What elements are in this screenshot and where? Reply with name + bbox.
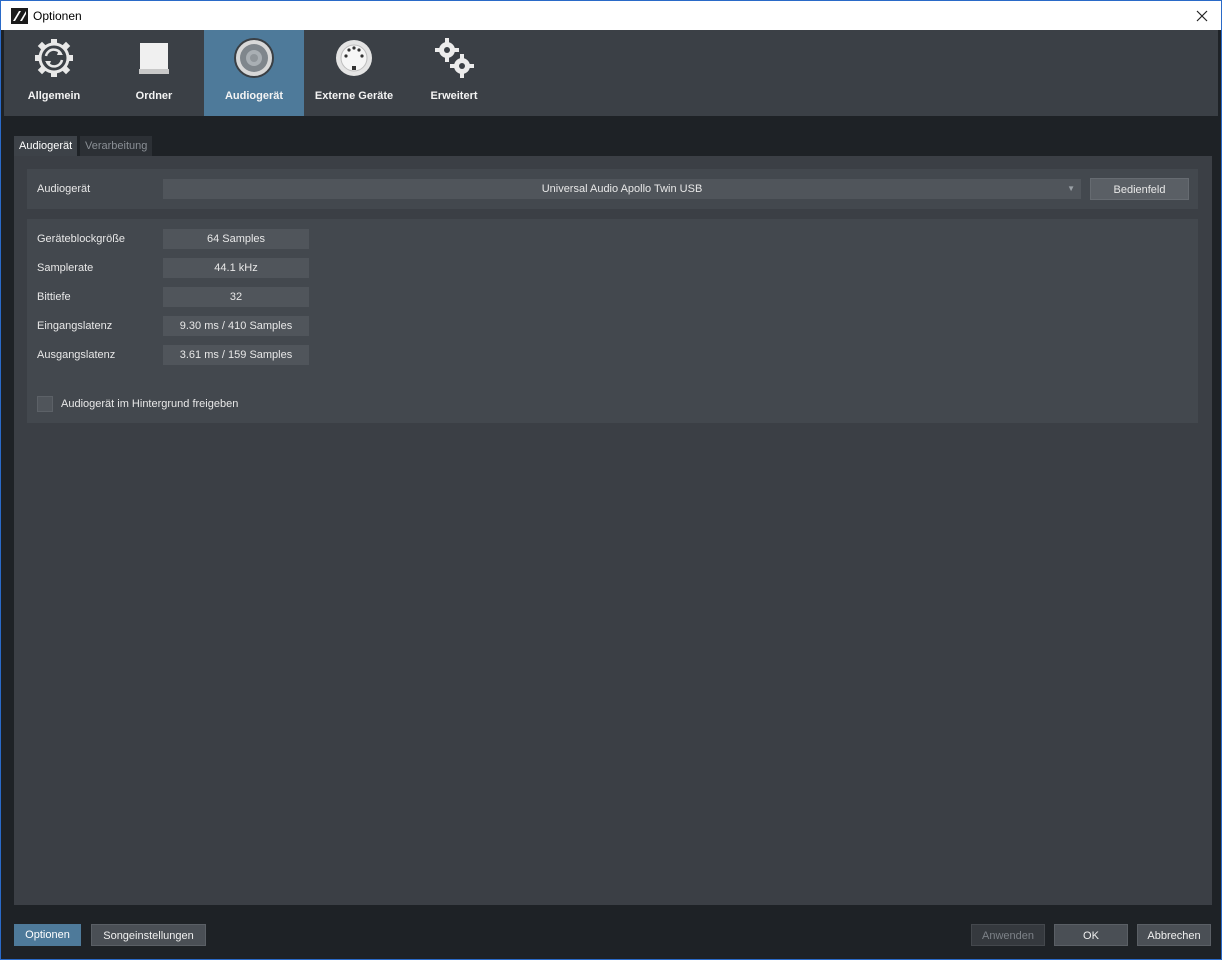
info-key: Eingangslatenz — [37, 320, 113, 332]
tab-audiogeraet[interactable]: Audiogerät — [14, 136, 78, 156]
control-panel-button[interactable]: Bedienfeld — [1090, 178, 1189, 200]
release-background-checkbox[interactable] — [37, 396, 53, 412]
drive-icon — [139, 43, 169, 74]
release-background-label: Audiogerät im Hintergrund freigeben — [61, 398, 239, 410]
info-key: Samplerate — [37, 262, 94, 274]
category-allgemein[interactable]: Allgemein — [4, 30, 104, 116]
info-row-input-latency: Eingangslatenz 9.30 ms / 410 Samples — [27, 316, 327, 336]
info-value: 32 — [163, 287, 309, 307]
audio-device-select[interactable]: Universal Audio Apollo Twin USB ▼ — [163, 179, 1081, 199]
category-label: Allgemein — [27, 90, 81, 102]
category-label: Erweitert — [430, 90, 478, 102]
speaker-icon — [234, 38, 274, 78]
info-value: 64 Samples — [163, 229, 309, 249]
song-settings-button[interactable]: Songeinstellungen — [91, 924, 206, 946]
midi-connector-icon — [336, 40, 372, 76]
ok-button[interactable]: OK — [1054, 924, 1128, 946]
window-title: Optionen — [33, 9, 82, 23]
info-row-block-size: Geräteblockgröße 64 Samples — [27, 229, 327, 249]
category-audiogeraet[interactable]: Audiogerät — [204, 30, 304, 116]
category-ordner[interactable]: Ordner — [104, 30, 204, 116]
category-erweitert[interactable]: Erweitert — [404, 30, 504, 116]
info-value: 9.30 ms / 410 Samples — [163, 316, 309, 336]
gears-icon — [435, 38, 474, 78]
category-label: Externe Geräte — [314, 90, 394, 102]
tab-verarbeitung[interactable]: Verarbeitung — [80, 136, 153, 156]
info-row-bit-depth: Bittiefe 32 — [27, 287, 327, 307]
info-key: Bittiefe — [37, 291, 71, 303]
info-row-sample-rate: Samplerate 44.1 kHz — [27, 258, 327, 278]
window-titlebar: Optionen — [0, 0, 1222, 30]
options-button[interactable]: Optionen — [14, 924, 81, 946]
audio-device-value: Universal Audio Apollo Twin USB — [541, 183, 703, 195]
info-value: 44.1 kHz — [163, 258, 309, 278]
info-row-output-latency: Ausgangslatenz 3.61 ms / 159 Samples — [27, 345, 327, 365]
device-row: Audiogerät Universal Audio Apollo Twin U… — [27, 169, 1198, 209]
device-info-box: Geräteblockgröße 64 Samples Samplerate 4… — [27, 219, 1198, 423]
category-toolbar: Allgemein Ordner Audiogerät Externe Gerä… — [4, 30, 1218, 116]
close-icon[interactable] — [1191, 5, 1213, 27]
options-dialog: Allgemein Ordner Audiogerät Externe Gerä… — [0, 30, 1222, 960]
cancel-button[interactable]: Abbrechen — [1137, 924, 1211, 946]
category-label: Audiogerät — [224, 90, 284, 102]
app-logo-icon — [11, 8, 28, 24]
info-value: 3.61 ms / 159 Samples — [163, 345, 309, 365]
chevron-down-icon: ▼ — [1067, 184, 1075, 193]
info-key: Ausgangslatenz — [37, 349, 116, 361]
settings-panel: Audiogerät Universal Audio Apollo Twin U… — [14, 156, 1212, 905]
apply-button[interactable]: Anwenden — [971, 924, 1045, 946]
sync-gear-icon — [35, 39, 73, 77]
info-key: Geräteblockgröße — [37, 233, 126, 245]
category-externe-geraete[interactable]: Externe Geräte — [304, 30, 404, 116]
category-label: Ordner — [135, 90, 173, 102]
device-label: Audiogerät — [37, 183, 91, 195]
